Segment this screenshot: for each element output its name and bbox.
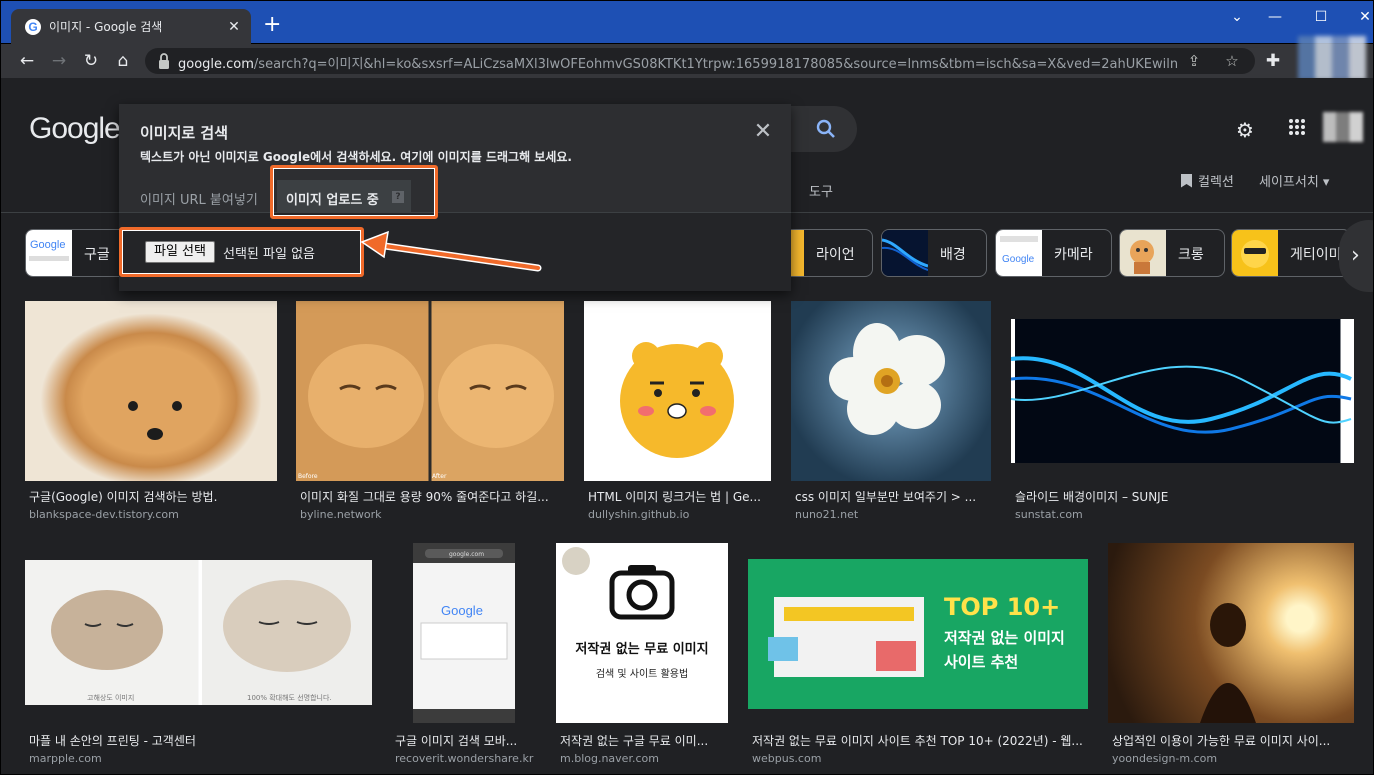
minimize-button[interactable]: — — [1263, 7, 1287, 27]
chip-image: Google — [996, 230, 1042, 276]
svg-text:검색 및 사이트 활용법: 검색 및 사이트 활용법 — [596, 667, 688, 680]
maximize-button[interactable]: ☐ — [1309, 7, 1333, 27]
result-thumbnail[interactable]: Before After — [296, 301, 564, 481]
result-card[interactable]: 구글(Google) 이미지 검색하는 방법. blankspace-dev.t… — [25, 301, 277, 521]
result-card[interactable]: Before After 이미지 화질 그대로 용량 90% 줄여준다고 하길.… — [296, 301, 564, 521]
profile-avatar-blurred[interactable] — [1298, 36, 1366, 80]
chip-image: Google — [26, 230, 72, 276]
safesearch-menu[interactable]: 세이프서치 ▾ — [1259, 171, 1329, 190]
forward-arrow-icon[interactable]: → — [47, 49, 71, 73]
lock-icon[interactable] — [157, 52, 171, 70]
gear-icon[interactable]: ⚙ — [1236, 118, 1254, 142]
tab-paste-url[interactable]: 이미지 URL 붙여넣기 — [140, 189, 258, 208]
chip-background[interactable]: 배경 — [881, 229, 987, 277]
svg-text:google.com: google.com — [449, 551, 484, 558]
result-thumbnail[interactable]: 저작권 없는 무료 이미지 검색 및 사이트 활용법 — [556, 543, 728, 723]
chevron-right-icon[interactable]: › — [1339, 220, 1373, 292]
svg-text:저작권 없는 무료 이미지: 저작권 없는 무료 이미지 — [575, 641, 708, 657]
avatar[interactable] — [1323, 112, 1363, 142]
dialog-title: 이미지로 검색 — [140, 124, 229, 142]
apps-grid-icon[interactable] — [1289, 119, 1305, 135]
result-card[interactable]: HTML 이미지 링크거는 법 | Ge... dullyshin.github… — [584, 301, 771, 521]
google-favicon-icon: G — [25, 19, 41, 35]
chip-image — [1120, 230, 1166, 276]
google-images-page: Google ⚙ 도구 컬렉션 세이프서치 ▾ Google 구글 라이언 배경 — [0, 78, 1374, 775]
svg-text:고해상도 이미지: 고해상도 이미지 — [87, 693, 134, 702]
result-card[interactable]: 슬라이드 배경이미지 – SUNJE sunstat.com — [1011, 301, 1354, 521]
svg-text:Google: Google — [30, 239, 65, 251]
browser-tab[interactable]: G 이미지 - Google 검색 ✕ — [11, 9, 251, 45]
result-thumbnail[interactable] — [25, 301, 277, 481]
tab-close-icon[interactable]: ✕ — [225, 18, 243, 36]
home-icon[interactable]: ⌂ — [111, 49, 135, 73]
tools-link[interactable]: 도구 — [809, 181, 833, 200]
chip-image — [882, 230, 929, 276]
result-card[interactable]: 상업적인 이용이 가능한 무료 이미지 사이... yoondesign-m.c… — [1108, 543, 1354, 765]
browser-titlebar: G 이미지 - Google 검색 ✕ + ⌄ — ☐ ✕ — [0, 0, 1374, 45]
result-card[interactable]: 저작권 없는 무료 이미지 검색 및 사이트 활용법 저작권 없는 구글 무료 … — [556, 543, 728, 765]
result-thumbnail[interactable]: google.com Google — [413, 543, 515, 723]
new-tab-button[interactable]: + — [263, 14, 281, 36]
tab-title: 이미지 - Google 검색 — [49, 20, 163, 34]
svg-text:100% 확대해도 선명합니다.: 100% 확대해도 선명합니다. — [247, 693, 332, 702]
result-card[interactable]: css 이미지 일부분만 보여주기 > ... nuno21.net — [791, 301, 991, 521]
svg-text:TOP 10+: TOP 10+ — [944, 593, 1060, 621]
result-thumbnail[interactable] — [1011, 319, 1354, 463]
tab-search-chevron-icon[interactable]: ⌄ — [1225, 7, 1249, 27]
dialog-subtitle: 텍스트가 아닌 이미지로 Google에서 검색하세요. 여기에 이미지를 드래… — [140, 150, 572, 164]
svg-text:Google: Google — [1002, 254, 1035, 265]
chip-image — [1232, 230, 1278, 276]
chip-crong[interactable]: 크롱 — [1119, 229, 1225, 277]
result-thumbnail[interactable]: 고해상도 이미지 100% 확대해도 선명합니다. — [25, 560, 372, 705]
bookmark-icon — [1181, 173, 1192, 188]
result-card[interactable]: google.com Google 구글 이미지 검색 모바... recove… — [391, 543, 535, 765]
svg-text:After: After — [432, 473, 447, 480]
back-arrow-icon[interactable]: ← — [15, 49, 39, 73]
result-thumbnail[interactable] — [791, 301, 991, 481]
chip-getty[interactable]: 게티이미 — [1231, 229, 1351, 277]
annotation-highlight-file-input — [119, 227, 364, 277]
result-thumbnail[interactable] — [1108, 543, 1354, 723]
result-thumbnail[interactable]: TOP 10+ 저작권 없는 이미지 사이트 추천 — [748, 559, 1088, 709]
result-card[interactable]: 고해상도 이미지 100% 확대해도 선명합니다. 마플 내 손안의 프린팅 -… — [25, 543, 372, 765]
close-window-button[interactable]: ✕ — [1353, 7, 1374, 27]
close-icon[interactable]: ✕ — [751, 120, 775, 144]
reload-icon[interactable]: ↻ — [79, 49, 103, 73]
svg-text:사이트 추천: 사이트 추천 — [944, 653, 1018, 671]
share-icon[interactable]: ⇪ — [1185, 52, 1203, 70]
extensions-puzzle-icon[interactable]: ✚ — [1261, 49, 1285, 73]
annotation-highlight-upload-tab — [270, 165, 438, 219]
search-icon[interactable] — [815, 118, 837, 140]
bookmark-star-icon[interactable]: ☆ — [1223, 52, 1241, 70]
chip-camera[interactable]: Google 카메라 — [995, 229, 1112, 277]
annotation-arrow-icon — [360, 230, 542, 272]
result-thumbnail[interactable] — [584, 301, 771, 481]
svg-text:Before: Before — [298, 473, 318, 480]
address-bar[interactable]: google.com/search?q=이미지&hl=ko&sxsrf=ALiC… — [145, 48, 1255, 74]
svg-text:Google: Google — [441, 603, 483, 618]
svg-text:저작권 없는 이미지: 저작권 없는 이미지 — [944, 629, 1065, 647]
google-logo[interactable]: Google — [29, 112, 121, 146]
collections-link[interactable]: 컬렉션 — [1181, 171, 1234, 190]
browser-toolbar: ← → ↻ ⌂ google.com/search?q=이미지&hl=ko&sx… — [0, 44, 1374, 78]
url-text[interactable]: google.com/search?q=이미지&hl=ko&sxsrf=ALiC… — [178, 53, 1178, 72]
result-card[interactable]: TOP 10+ 저작권 없는 이미지 사이트 추천 저작권 없는 무료 이미지 … — [748, 543, 1088, 765]
